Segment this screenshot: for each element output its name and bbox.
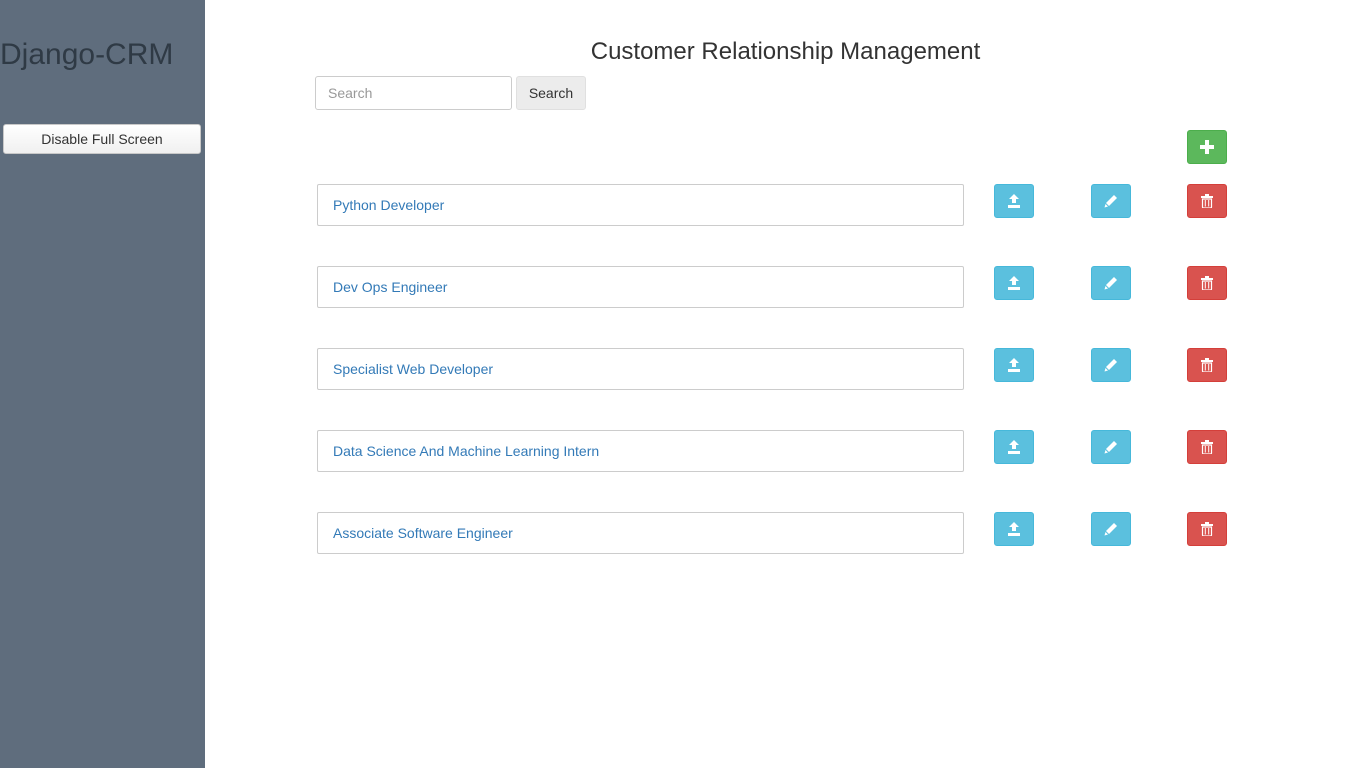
item-box: Specialist Web Developer xyxy=(317,348,964,390)
search-input[interactable] xyxy=(315,76,512,110)
delete-button[interactable] xyxy=(1187,512,1227,546)
item-link[interactable]: Associate Software Engineer xyxy=(333,525,513,541)
pencil-icon xyxy=(1104,358,1118,372)
search-button[interactable]: Search xyxy=(516,76,586,110)
edit-button[interactable] xyxy=(1091,512,1131,546)
upload-icon xyxy=(1007,440,1021,454)
add-button[interactable] xyxy=(1187,130,1227,164)
pencil-icon xyxy=(1104,440,1118,454)
brand-title: Django-CRM xyxy=(0,38,174,71)
item-box: Associate Software Engineer xyxy=(317,512,964,554)
list-item: Associate Software Engineer xyxy=(0,512,1366,554)
trash-icon xyxy=(1201,440,1213,454)
upload-icon xyxy=(1007,522,1021,536)
item-box: Python Developer xyxy=(317,184,964,226)
delete-button[interactable] xyxy=(1187,430,1227,464)
item-link[interactable]: Python Developer xyxy=(333,197,444,213)
delete-button[interactable] xyxy=(1187,266,1227,300)
edit-button[interactable] xyxy=(1091,266,1131,300)
upload-button[interactable] xyxy=(994,266,1034,300)
pencil-icon xyxy=(1104,276,1118,290)
edit-button[interactable] xyxy=(1091,348,1131,382)
plus-icon xyxy=(1200,140,1214,154)
item-box: Dev Ops Engineer xyxy=(317,266,964,308)
delete-button[interactable] xyxy=(1187,184,1227,218)
upload-icon xyxy=(1007,276,1021,290)
upload-button[interactable] xyxy=(994,184,1034,218)
pencil-icon xyxy=(1104,522,1118,536)
edit-button[interactable] xyxy=(1091,430,1131,464)
item-link[interactable]: Dev Ops Engineer xyxy=(333,279,447,295)
item-link[interactable]: Specialist Web Developer xyxy=(333,361,493,377)
upload-button[interactable] xyxy=(994,348,1034,382)
pencil-icon xyxy=(1104,194,1118,208)
upload-button[interactable] xyxy=(994,512,1034,546)
edit-button[interactable] xyxy=(1091,184,1131,218)
upload-icon xyxy=(1007,194,1021,208)
item-box: Data Science And Machine Learning Intern xyxy=(317,430,964,472)
upload-button[interactable] xyxy=(994,430,1034,464)
delete-button[interactable] xyxy=(1187,348,1227,382)
list-item: Specialist Web Developer xyxy=(0,348,1366,390)
upload-icon xyxy=(1007,358,1021,372)
trash-icon xyxy=(1201,358,1213,372)
item-link[interactable]: Data Science And Machine Learning Intern xyxy=(333,443,599,459)
list-item: Dev Ops Engineer xyxy=(0,266,1366,308)
list-item: Data Science And Machine Learning Intern xyxy=(0,430,1366,472)
trash-icon xyxy=(1201,194,1213,208)
list-item: Python Developer xyxy=(0,184,1366,226)
disable-full-screen-button[interactable]: Disable Full Screen xyxy=(3,124,201,154)
trash-icon xyxy=(1201,522,1213,536)
trash-icon xyxy=(1201,276,1213,290)
page-title: Customer Relationship Management xyxy=(590,38,981,65)
